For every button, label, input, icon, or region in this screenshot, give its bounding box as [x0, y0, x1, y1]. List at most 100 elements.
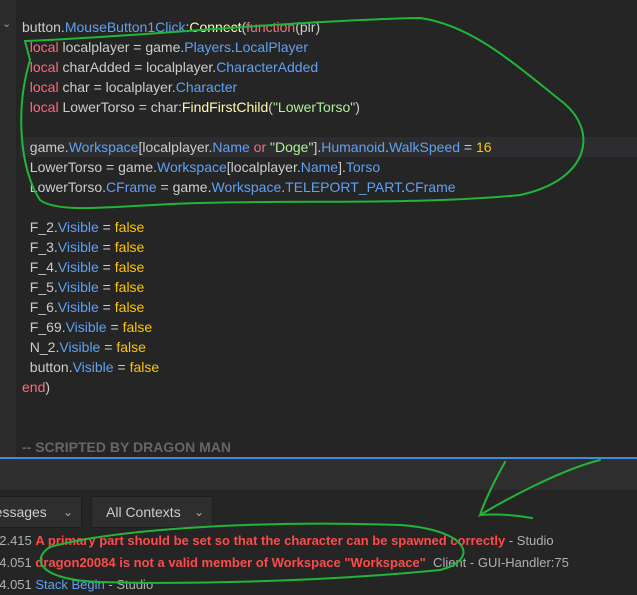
- code-token: local: [29, 79, 59, 95]
- log-message: A primary part should be set so that the…: [35, 533, 506, 548]
- log-timestamp: 54.051: [0, 555, 32, 570]
- code-token: LocalPlayer: [234, 39, 308, 55]
- log-timestamp: 42.415: [0, 533, 32, 548]
- code-token: Name: [300, 159, 339, 175]
- code-token: Connect: [189, 19, 242, 35]
- code-token: Visible: [59, 339, 101, 355]
- code-token: TELEPORT_PART: [285, 179, 402, 195]
- code-line[interactable]: F_3.Visible = false: [22, 237, 145, 257]
- code-token: F_3.: [22, 239, 58, 255]
- code-line[interactable]: F_69.Visible = false: [22, 317, 152, 337]
- message-filter-label: Messages: [0, 504, 47, 520]
- code-token: false: [129, 359, 160, 375]
- code-token: Visible: [57, 279, 99, 295]
- code-token: CharacterAdded: [216, 59, 319, 75]
- code-token: char = localplayer.: [58, 79, 176, 95]
- code-token: charAdded = localplayer.: [58, 59, 217, 75]
- log-timestamp: 54.051: [0, 577, 32, 592]
- code-token: =: [98, 219, 115, 235]
- code-token: =: [106, 319, 123, 335]
- code-line[interactable]: F_4.Visible = false: [22, 257, 145, 277]
- code-token: false: [114, 279, 145, 295]
- context-filter-dropdown[interactable]: All Contexts ⌄: [91, 496, 213, 528]
- code-token: CFrame: [106, 179, 157, 195]
- code-token: button.: [22, 359, 73, 375]
- code-token: LowerTorso.: [22, 179, 107, 195]
- code-token: Workspace: [68, 139, 139, 155]
- code-line[interactable]: local localplayer = game.Players.LocalPl…: [22, 37, 308, 57]
- code-line[interactable]: button.MouseButton1Click:Connect(functio…: [22, 17, 320, 37]
- code-token: function: [246, 19, 296, 35]
- code-token: Visible: [65, 319, 107, 335]
- message-filter-dropdown[interactable]: Messages ⌄: [0, 496, 82, 528]
- fold-chevron-icon[interactable]: ⌄: [2, 17, 11, 30]
- script-editor[interactable]: ⌄ button.MouseButton1Click:Connect(funct…: [0, 0, 637, 458]
- code-token: Workspace: [211, 179, 282, 195]
- log-source: - Studio: [104, 577, 154, 592]
- code-token: Humanoid: [321, 139, 386, 155]
- code-token: 16: [475, 139, 492, 155]
- code-token: =: [98, 239, 115, 255]
- code-token: =: [460, 139, 476, 155]
- code-token: [localplayer.: [226, 159, 301, 175]
- code-line[interactable]: LowerTorso.CFrame = game.Workspace.TELEP…: [22, 177, 456, 197]
- code-line[interactable]: local charAdded = localplayer.CharacterA…: [22, 57, 318, 77]
- code-token: localplayer = game.: [58, 39, 185, 55]
- code-token: Torso: [345, 159, 381, 175]
- log-entry[interactable]: 42.415 A primary part should be set so t…: [0, 531, 554, 551]
- code-line[interactable]: N_2.Visible = false: [22, 337, 146, 357]
- code-line[interactable]: button.Visible = false: [22, 357, 159, 377]
- editor-gutter: ⌄: [0, 0, 16, 458]
- output-header: [0, 459, 637, 490]
- code-token: =: [98, 259, 115, 275]
- code-token: N_2.: [22, 339, 60, 355]
- log-source: - Studio: [505, 533, 554, 548]
- code-token: LowerTorso = game.: [22, 159, 158, 175]
- code-token: or: [249, 139, 271, 155]
- log-entry[interactable]: 54.051 dragon20084 is not a valid member…: [0, 553, 569, 573]
- code-line[interactable]: F_6.Visible = false: [22, 297, 145, 317]
- code-line[interactable]: -- SCRIPTED BY DRAGON MAN: [22, 437, 231, 457]
- code-line[interactable]: local char = localplayer.Character: [22, 77, 237, 97]
- code-token: [localplayer.: [138, 139, 213, 155]
- code-token: ): [45, 379, 51, 395]
- chevron-down-icon: ⌄: [193, 505, 204, 519]
- code-token: Character: [175, 79, 238, 95]
- code-token: =: [113, 359, 130, 375]
- log-message: dragon20084 is not a valid member of Wor…: [35, 555, 426, 570]
- code-line[interactable]: LowerTorso = game.Workspace[localplayer.…: [22, 157, 380, 177]
- code-token: Workspace: [157, 159, 227, 175]
- code-line[interactable]: F_5.Visible = false: [22, 277, 145, 297]
- code-token: local: [29, 39, 59, 55]
- code-token: false: [114, 239, 145, 255]
- code-line[interactable]: F_2.Visible = false: [22, 217, 145, 237]
- chevron-down-icon: ⌄: [62, 505, 73, 519]
- code-token: Players: [184, 39, 231, 55]
- code-token: F_2.: [22, 219, 58, 235]
- code-token: Visible: [57, 299, 99, 315]
- code-token: F_4.: [22, 259, 58, 275]
- code-token: =: [100, 339, 117, 355]
- code-token: button.: [22, 19, 65, 35]
- code-token: Name: [212, 139, 250, 155]
- code-line[interactable]: game.Workspace[localplayer.Name or "Doge…: [22, 137, 492, 157]
- code-token: local: [29, 99, 59, 115]
- code-token: "LowerTorso": [272, 99, 356, 115]
- code-token: LowerTorso = char:: [58, 99, 182, 115]
- code-token: FindFirstChild: [181, 99, 269, 115]
- log-entry[interactable]: 54.051 Stack Begin - Studio: [0, 575, 153, 595]
- code-token: Visible: [57, 219, 99, 235]
- code-token: local: [29, 59, 59, 75]
- code-token: ].: [338, 159, 346, 175]
- code-line[interactable]: end): [22, 377, 50, 397]
- code-token: false: [114, 299, 145, 315]
- code-token: CFrame: [404, 179, 456, 195]
- log-message: Stack Begin: [35, 577, 105, 592]
- code-line[interactable]: local LowerTorso = char:FindFirstChild("…: [22, 97, 360, 117]
- code-token: false: [114, 259, 145, 275]
- context-filter-label: All Contexts: [106, 504, 181, 520]
